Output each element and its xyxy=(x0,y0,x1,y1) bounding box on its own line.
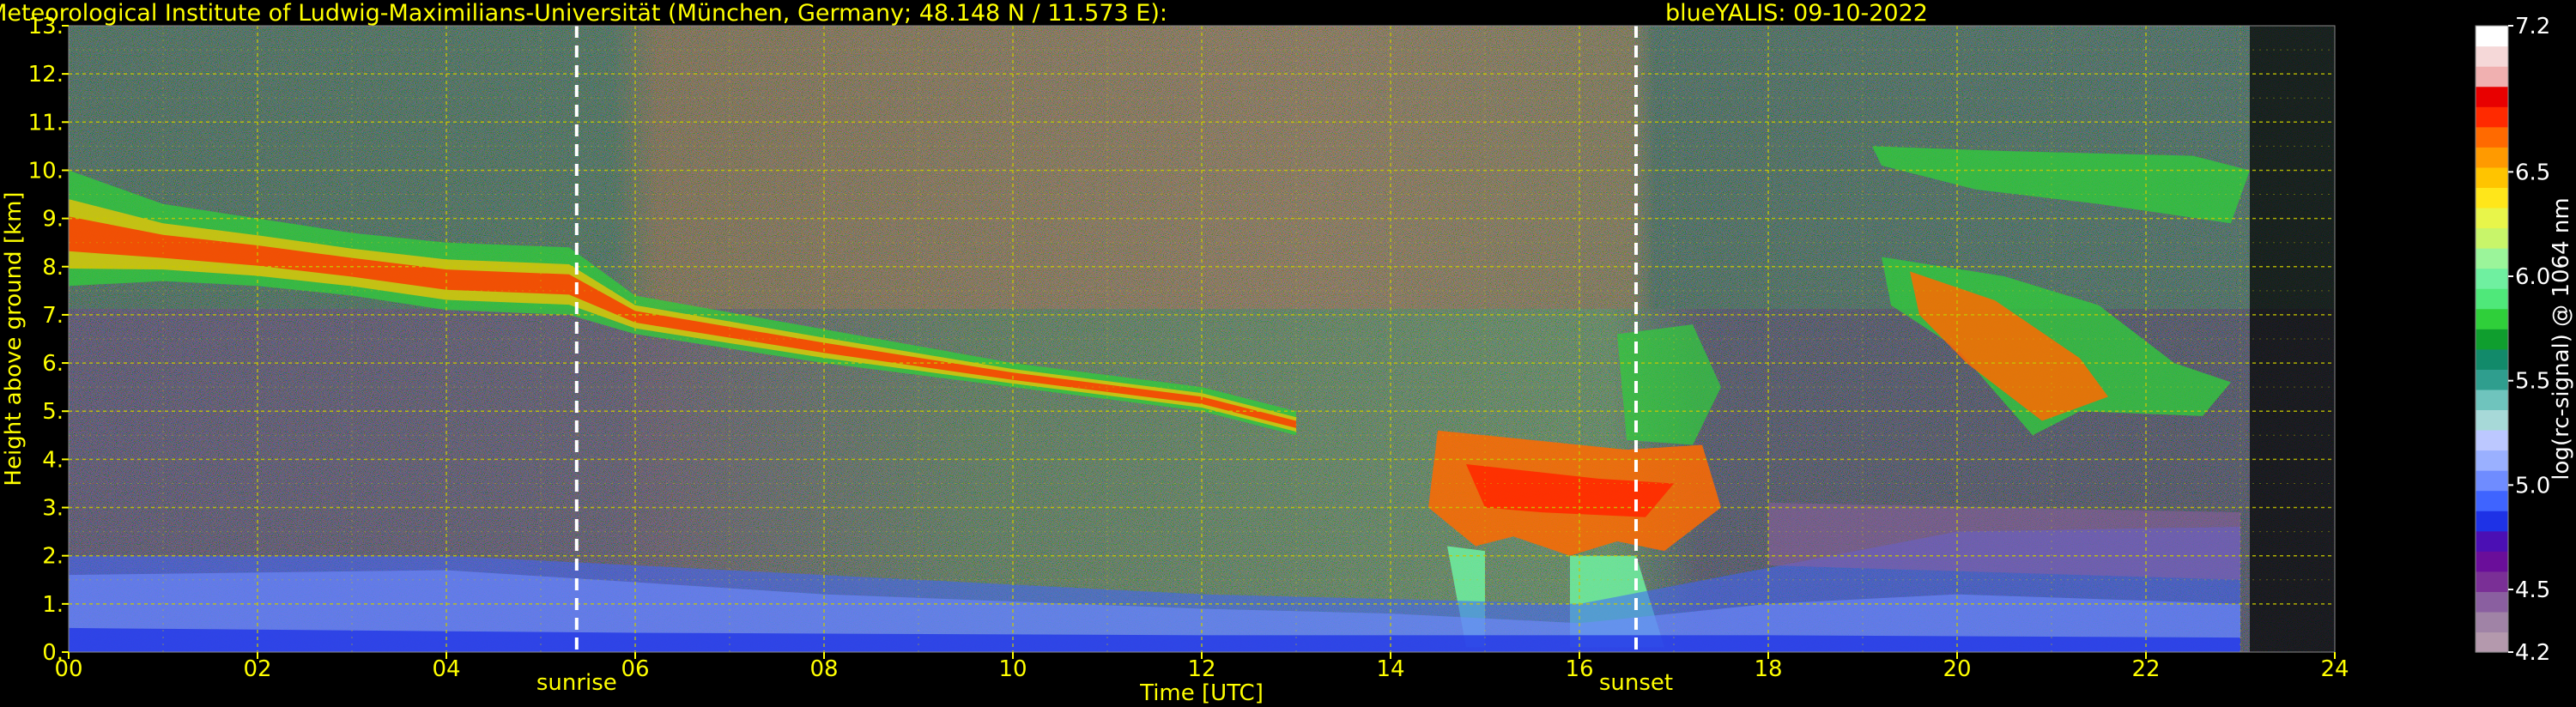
colorbar-segment xyxy=(2476,409,2508,431)
colorbar-segment xyxy=(2476,450,2508,471)
colorbar: 4.2 4.5 5.0 5.5 6.0 6.5 7.2 xyxy=(2475,14,2550,666)
colorbar-segment xyxy=(2476,348,2508,370)
colorbar-segment xyxy=(2476,248,2508,269)
colorbar-segment xyxy=(2476,45,2508,67)
colorbar-tick-label: 6.0 xyxy=(2515,264,2550,290)
colorbar-segment xyxy=(2476,26,2508,47)
lidar-chart: 00 02 04 06 08 10 12 14 16 18 20 22 24 0.1.2.3.4.5.6… xyxy=(0,0,2574,706)
y-tick-label: 4. xyxy=(42,447,64,473)
x-tick-label: 22 xyxy=(2131,656,2160,682)
colorbar-segment xyxy=(2476,611,2508,633)
colorbar-segment xyxy=(2476,530,2508,552)
colorbar-segment xyxy=(2476,106,2508,128)
colorbar-tick-label: 5.5 xyxy=(2515,369,2550,395)
sunrise-label: sunrise xyxy=(536,670,617,696)
y-tick-label: 11. xyxy=(28,110,64,136)
x-tick-label: 10 xyxy=(998,656,1027,682)
x-tick-label: 08 xyxy=(809,656,838,682)
colorbar-segment xyxy=(2476,511,2508,532)
colorbar-segment xyxy=(2476,470,2508,492)
colorbar-segment xyxy=(2476,66,2508,88)
chart-title: Meteorological Institute of Ludwig-Maxim… xyxy=(0,0,1167,27)
colorbar-segment xyxy=(2476,147,2508,168)
colorbar-segment xyxy=(2476,329,2508,350)
x-tick-label: 24 xyxy=(2320,656,2349,682)
x-tick-label: 12 xyxy=(1187,656,1215,682)
colorbar-tick-label: 6.5 xyxy=(2515,160,2550,185)
colorbar-segment xyxy=(2476,288,2508,310)
x-tick-label: 02 xyxy=(243,656,271,682)
x-tick-label: 16 xyxy=(1565,656,1593,682)
colorbar-label: log(rc-signal) @ 1064 nm xyxy=(2549,197,2574,480)
colorbar-segment xyxy=(2476,86,2508,107)
x-axis-label: Time [UTC] xyxy=(1139,680,1264,706)
y-tick-label: 3. xyxy=(42,496,64,522)
colorbar-segment xyxy=(2476,166,2508,188)
y-tick-label: 2. xyxy=(42,544,64,570)
y-ticks: 0.1.2.3.4.5.6.7.8.9.10.11.12.13. xyxy=(28,14,69,666)
x-tick-label: 18 xyxy=(1754,656,1782,682)
x-tick-label: 06 xyxy=(621,656,649,682)
colorbar-tick-label: 4.5 xyxy=(2515,577,2550,603)
y-tick-label: 8. xyxy=(42,255,64,281)
colorbar-segment xyxy=(2476,227,2508,249)
colorbar-segment xyxy=(2476,308,2508,329)
y-tick-label: 7. xyxy=(42,303,64,329)
colorbar-segment xyxy=(2476,429,2508,451)
colorbar-segment xyxy=(2476,490,2508,511)
sunset-label: sunset xyxy=(1599,670,1673,696)
y-axis-label: Height above ground [km] xyxy=(1,191,27,486)
chart-subtitle: blueYALIS: 09-10-2022 xyxy=(1665,0,1928,27)
colorbar-segment xyxy=(2476,389,2508,411)
y-tick-label: 5. xyxy=(42,399,64,425)
y-tick-label: 1. xyxy=(42,592,64,618)
x-tick-label: 20 xyxy=(1943,656,1971,682)
colorbar-tick-label: 4.2 xyxy=(2515,640,2550,666)
y-tick-label: 9. xyxy=(42,207,64,233)
y-tick-label: 0. xyxy=(42,640,64,666)
x-tick-label: 14 xyxy=(1376,656,1404,682)
colorbar-segment xyxy=(2476,187,2508,208)
y-tick-label: 12. xyxy=(28,62,64,88)
colorbar-segment xyxy=(2476,207,2508,229)
y-tick-label: 6. xyxy=(42,351,64,377)
colorbar-segment xyxy=(2476,551,2508,572)
y-tick-label: 10. xyxy=(28,158,64,184)
colorbar-segment xyxy=(2476,369,2508,390)
colorbar-tick-label: 5.0 xyxy=(2515,473,2550,499)
colorbar-tick-label: 7.2 xyxy=(2515,14,2550,39)
x-ticks: 00 02 04 06 08 10 12 14 16 18 20 22 24 xyxy=(54,652,2349,682)
x-tick-label: 04 xyxy=(432,656,460,682)
plot-area xyxy=(69,26,2335,652)
colorbar-segment xyxy=(2476,571,2508,592)
colorbar-segment xyxy=(2476,126,2508,148)
colorbar-segment xyxy=(2476,268,2508,289)
colorbar-segment xyxy=(2476,631,2508,653)
colorbar-segment xyxy=(2476,591,2508,613)
